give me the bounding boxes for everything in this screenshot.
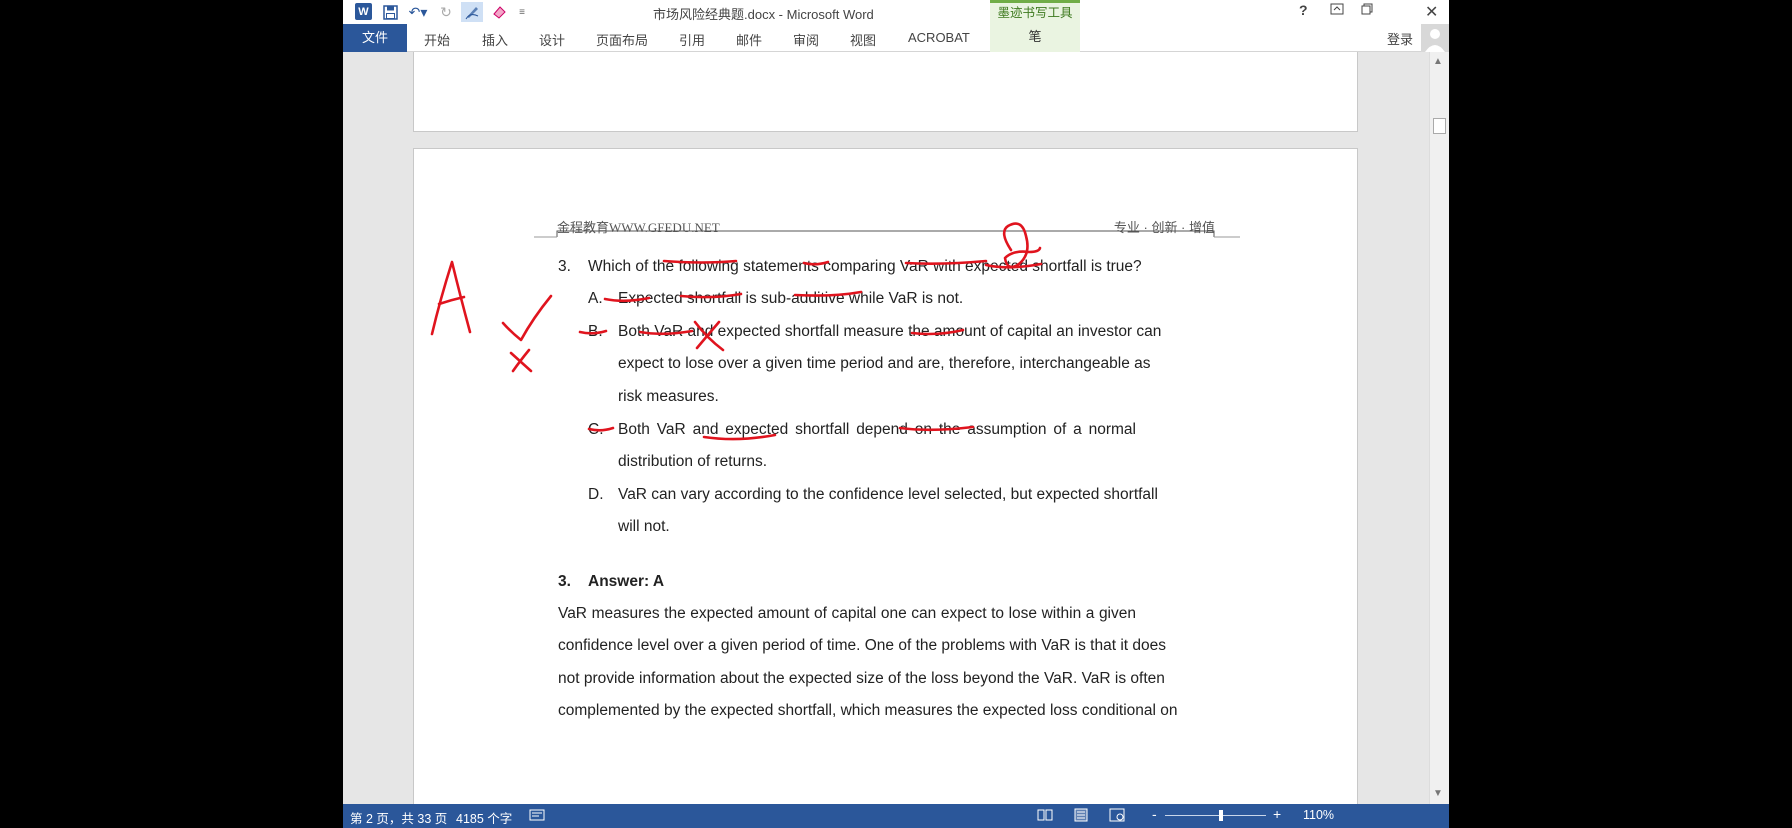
document-title: 市场风险经典题.docx - Microsoft Word (653, 7, 874, 22)
ribbon-tabs: 文件 开始 插入 设计 页面布局 引用 邮件 审阅 视图 ACROBAT 笔 登… (343, 24, 1449, 52)
tab-file[interactable]: 文件 (343, 24, 407, 52)
zoom-out-button[interactable]: - (1152, 806, 1157, 822)
tab-layout[interactable]: 页面布局 (596, 30, 648, 49)
zoom-level[interactable]: 110% (1303, 808, 1334, 822)
close-icon[interactable]: ✕ (1425, 2, 1438, 22)
option-b-line: Both VaR and expected shortfall measure … (618, 323, 1162, 340)
title-bar: W ↶▾ ↻ ≡ 市场风险经典题.docx - Microsoft Word 墨… (343, 0, 1449, 24)
customize-icon[interactable]: ≡ (515, 2, 529, 22)
document-page[interactable]: 金程教育WWW.GFEDU.NET 专业 · 创新 · 增值 3. Which … (413, 148, 1358, 804)
help-icon[interactable]: ? (1299, 2, 1308, 18)
proofing-icon[interactable] (529, 808, 545, 825)
scroll-thumb[interactable] (1433, 118, 1446, 134)
tab-review[interactable]: 审阅 (793, 30, 819, 49)
zoom-slider-track[interactable] (1165, 815, 1266, 816)
word-count[interactable]: 4185 个字 (456, 808, 512, 827)
option-letter-c: C. (588, 421, 604, 438)
option-b-line: expect to lose over a given time period … (618, 355, 1151, 372)
sign-in-link[interactable]: 登录 (1387, 29, 1413, 48)
web-layout-icon[interactable] (1109, 808, 1125, 825)
answer-title: Answer: A (588, 573, 665, 590)
redo-icon[interactable]: ↻ (435, 2, 457, 22)
option-a-line: Expected shortfall is sub-additive while… (618, 290, 964, 307)
print-layout-icon[interactable] (1073, 808, 1089, 825)
restore-ribbon-icon[interactable] (1330, 2, 1344, 18)
ink-tools-contextual-tab: 墨迹书写工具 (990, 0, 1080, 24)
tab-home[interactable]: 开始 (424, 30, 450, 49)
tab-acrobat[interactable]: ACROBAT (908, 30, 970, 45)
option-d-line: will not. (618, 518, 670, 535)
answer-line: complemented by the expected shortfall, … (558, 702, 1178, 719)
tab-insert[interactable]: 插入 (482, 30, 508, 49)
option-b-line: risk measures. (618, 388, 719, 405)
option-letter-b: B. (588, 323, 603, 340)
option-letter-d: D. (588, 486, 604, 503)
answer-line: VaR measures the expected amount of capi… (558, 605, 1136, 622)
tab-references[interactable]: 引用 (679, 30, 705, 49)
answer-line: confidence level over a given period of … (558, 637, 1166, 654)
document-area[interactable]: 金程教育WWW.GFEDU.NET 专业 · 创新 · 增值 3. Which … (343, 52, 1449, 804)
scroll-down-icon[interactable]: ▼ (1433, 788, 1443, 799)
tab-design[interactable]: 设计 (539, 30, 565, 49)
question-text: Which of the following statements compar… (588, 258, 1142, 275)
option-c-line: distribution of returns. (618, 453, 768, 470)
zoom-slider-thumb[interactable] (1219, 810, 1223, 821)
word-logo-icon: W (355, 3, 372, 20)
pen-icon[interactable] (461, 2, 483, 22)
option-letter-a: A. (588, 290, 603, 307)
answer-line: not provide information about the expect… (558, 670, 1165, 687)
restore-icon[interactable] (1361, 2, 1373, 18)
zoom-in-button[interactable]: + (1273, 806, 1281, 822)
status-bar: 第 2 页，共 33 页 4185 个字 - + 110% (343, 804, 1449, 828)
word-window: W ↶▾ ↻ ≡ 市场风险经典题.docx - Microsoft Word 墨… (343, 0, 1449, 828)
previous-page (413, 52, 1358, 132)
eraser-icon[interactable] (488, 2, 510, 22)
scroll-up-icon[interactable]: ▲ (1433, 56, 1443, 67)
option-c-line: Both VaR and expected shortfall depend o… (618, 421, 1136, 438)
tab-mailings[interactable]: 邮件 (736, 30, 762, 49)
undo-icon[interactable]: ↶▾ (405, 2, 431, 22)
question-number: 3. (558, 258, 571, 275)
tab-view[interactable]: 视图 (850, 30, 876, 49)
header-rule (534, 230, 1240, 238)
read-mode-icon[interactable] (1037, 808, 1053, 825)
avatar[interactable] (1421, 24, 1449, 52)
answer-number: 3. (558, 573, 571, 590)
option-d-line: VaR can vary according to the confidence… (618, 486, 1158, 503)
save-icon[interactable] (380, 2, 400, 22)
page-count[interactable]: 第 2 页，共 33 页 (350, 808, 447, 827)
tab-pen[interactable]: 笔 (990, 24, 1080, 52)
vertical-scrollbar[interactable]: ▲ ▼ (1429, 52, 1449, 804)
